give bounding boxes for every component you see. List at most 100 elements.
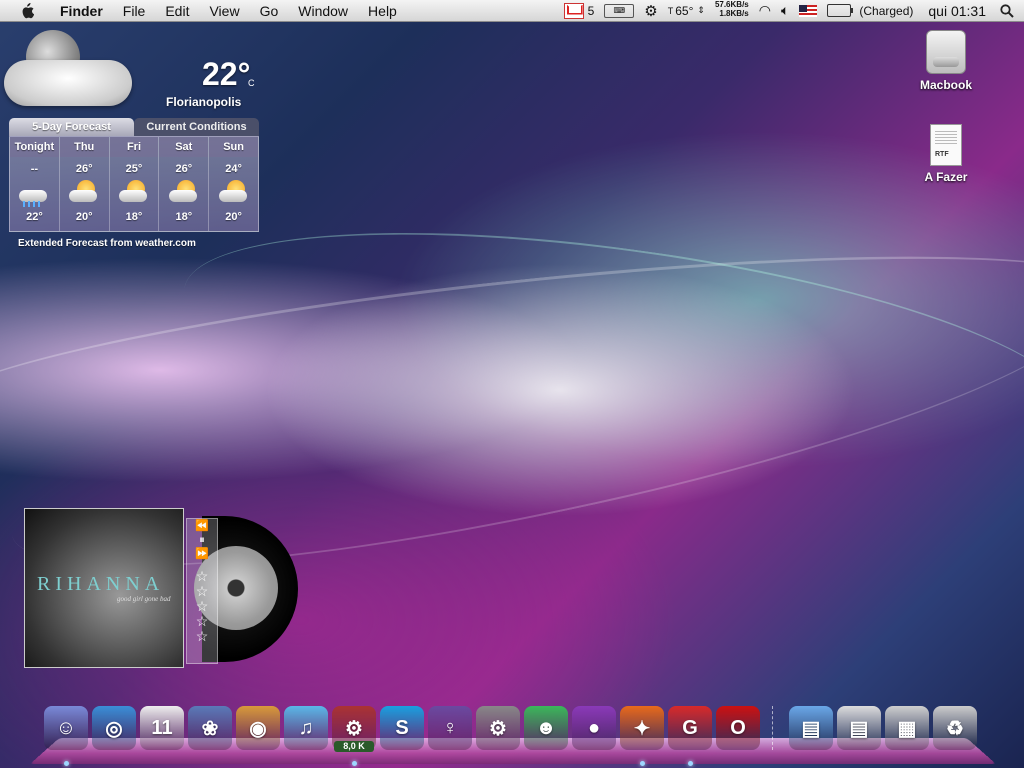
system-preferences-icon: ⚙ — [489, 717, 507, 740]
wifi-icon: ◠ — [758, 2, 771, 18]
forecast-day: Thu 26° 20° — [58, 137, 109, 231]
menu-edit[interactable]: Edit — [155, 0, 199, 22]
previous-icon[interactable]: ⏪ — [195, 519, 209, 533]
dock-item-itunes[interactable]: ♫ — [284, 706, 328, 750]
wifi-status-item[interactable]: ◠ — [754, 0, 776, 22]
rating-star-icon[interactable]: ☆ — [196, 599, 209, 614]
forecast-high: 26° — [175, 163, 193, 175]
dock-item-iphoto[interactable]: ❀ — [188, 706, 232, 750]
finder-icon: ☺ — [55, 716, 77, 739]
apple-menu-icon[interactable] — [18, 2, 36, 20]
forecast-day: Fri 25° 18° — [108, 137, 159, 231]
forecast-day-name: Sat — [159, 137, 209, 157]
forecast-low: 20° — [75, 211, 93, 223]
current-temperature: 22° — [202, 56, 251, 92]
weather-tabs: 5-Day Forecast Current Conditions — [9, 118, 259, 136]
dock-item-skype[interactable]: S — [380, 706, 424, 750]
downloads-stack-icon: ▦ — [897, 717, 917, 740]
partly-cloudy-icon — [167, 179, 201, 205]
hard-drive-icon — [926, 30, 966, 74]
pause-icon[interactable]: ⏸ — [199, 533, 205, 547]
running-indicator — [688, 761, 693, 766]
dock-item-crossover[interactable]: G — [668, 706, 712, 766]
gear-status-item[interactable]: ⚙ — [639, 0, 662, 22]
rtf-badge: RTF — [935, 151, 949, 158]
net-up-value: 57.6KB/s — [714, 0, 749, 9]
dock: ☺ ◎ 11 ❀ ◉ ♫ ⚙ 8,0 K S ♀ ⚙ ☻ ● ✦ G O ▤ ▤ ▦ ♻ — [30, 702, 996, 766]
dock-item-growl[interactable]: ● — [572, 706, 616, 750]
tab-5-day-forecast[interactable]: 5-Day Forecast — [9, 118, 134, 136]
spotlight-search-icon[interactable] — [996, 0, 1024, 22]
gmail-status-item[interactable]: 5 — [559, 0, 600, 22]
dock-item-adium[interactable]: ♀ — [428, 706, 472, 750]
weather-footer-link[interactable]: Extended Forecast from weather.com — [18, 238, 196, 249]
forecast-high: -- — [30, 163, 39, 175]
growl-icon: ● — [587, 716, 601, 739]
dock-item-folder-2[interactable]: ▤ — [837, 706, 881, 750]
photo-booth-icon: ◉ — [249, 717, 267, 740]
ical-icon: 11 — [151, 716, 173, 739]
dock-item-system-preferences[interactable]: ⚙ — [476, 706, 520, 750]
menu-clock[interactable]: qui 01:31 — [918, 0, 996, 22]
itunes-icon: ♫ — [298, 716, 314, 739]
next-icon[interactable]: ⏩ — [195, 547, 209, 561]
adium-icon: ♀ — [442, 716, 458, 739]
partly-cloudy-icon — [217, 179, 251, 205]
firefox-icon: ✦ — [633, 717, 651, 740]
network-status-item[interactable]: 57.6KB/s 1.8KB/s — [710, 0, 754, 22]
forecast-day-name: Fri — [109, 137, 159, 157]
input-source-status-item[interactable] — [794, 0, 822, 22]
dock-item-downloads-stack[interactable]: ▦ — [885, 706, 929, 750]
forecast-day: Sun 24° 20° — [208, 137, 258, 231]
dock-badge: 8,0 K — [334, 741, 374, 752]
album-title: good girl gone bad — [117, 595, 171, 603]
temperature-status-item[interactable]: T 65° ⇕ — [663, 0, 710, 22]
forecast-low: 22° — [26, 211, 43, 223]
desktop-icon-a-fazer[interactable]: RTF A Fazer — [906, 124, 986, 184]
rating-star-icon[interactable]: ☆ — [196, 629, 209, 644]
forecast-day: Tonight -- 22° — [10, 137, 59, 231]
forecast-high: 25° — [125, 163, 143, 175]
crossover-icon: G — [682, 716, 698, 739]
menu-file[interactable]: File — [113, 0, 156, 22]
rtf-document-icon: RTF — [930, 124, 962, 166]
dock-item-folder[interactable]: ▤ — [789, 706, 833, 750]
menu-help[interactable]: Help — [358, 0, 407, 22]
app-menu-finder[interactable]: Finder — [50, 0, 113, 22]
speaker-icon: 🔈︎ — [780, 2, 790, 18]
battery-status: (Charged) — [859, 3, 914, 18]
playback-controls: ⏪ ⏸ ⏩ ☆ ☆ ☆ ☆ ☆ — [186, 518, 218, 664]
arrows-updown-icon: ⇕ — [697, 5, 705, 15]
forecast-day-name: Sun — [209, 137, 258, 157]
desktop-icon-macbook[interactable]: Macbook — [906, 30, 986, 92]
menu-go[interactable]: Go — [250, 0, 289, 22]
dock-item-opera[interactable]: O — [716, 706, 760, 750]
album-cover[interactable]: RIHANNA good girl gone bad — [24, 508, 184, 668]
weather-city: Florianopolis — [166, 95, 242, 109]
dock-item-messenger[interactable]: ☻ — [524, 706, 568, 750]
dock-item-transmission[interactable]: ⚙ 8,0 K — [332, 706, 376, 766]
forecast-low: 18° — [125, 211, 143, 223]
album-artist: RIHANNA — [37, 573, 165, 595]
dock-item-firefox[interactable]: ✦ — [620, 706, 664, 766]
dock-item-safari[interactable]: ◎ — [92, 706, 136, 750]
battery-status-item[interactable]: (Charged) — [822, 0, 918, 22]
gear-icon: ⚙ — [644, 2, 658, 20]
rating-star-icon[interactable]: ☆ — [196, 614, 209, 629]
music-widget[interactable]: RIHANNA good girl gone bad ⏪ ⏸ ⏩ ☆ ☆ ☆ ☆… — [24, 508, 304, 668]
forecast-day-name: Thu — [59, 137, 109, 157]
transmission-icon: ⚙ — [345, 717, 363, 740]
volume-status-item[interactable]: 🔈︎ — [776, 0, 794, 22]
dock-item-trash[interactable]: ♻ — [933, 706, 977, 750]
rating-star-icon[interactable]: ☆ — [196, 569, 209, 584]
folder-icon: ▤ — [801, 717, 821, 740]
dock-item-finder[interactable]: ☺ — [44, 706, 88, 766]
running-indicator — [64, 761, 69, 766]
keyboard-status-item[interactable]: ⌨ — [599, 0, 639, 22]
menu-view[interactable]: View — [199, 0, 249, 22]
menu-window[interactable]: Window — [288, 0, 358, 22]
rating-star-icon[interactable]: ☆ — [196, 584, 209, 599]
tab-current-conditions[interactable]: Current Conditions — [134, 118, 259, 136]
dock-item-photo-booth[interactable]: ◉ — [236, 706, 280, 750]
dock-item-ical[interactable]: 11 — [140, 706, 184, 750]
